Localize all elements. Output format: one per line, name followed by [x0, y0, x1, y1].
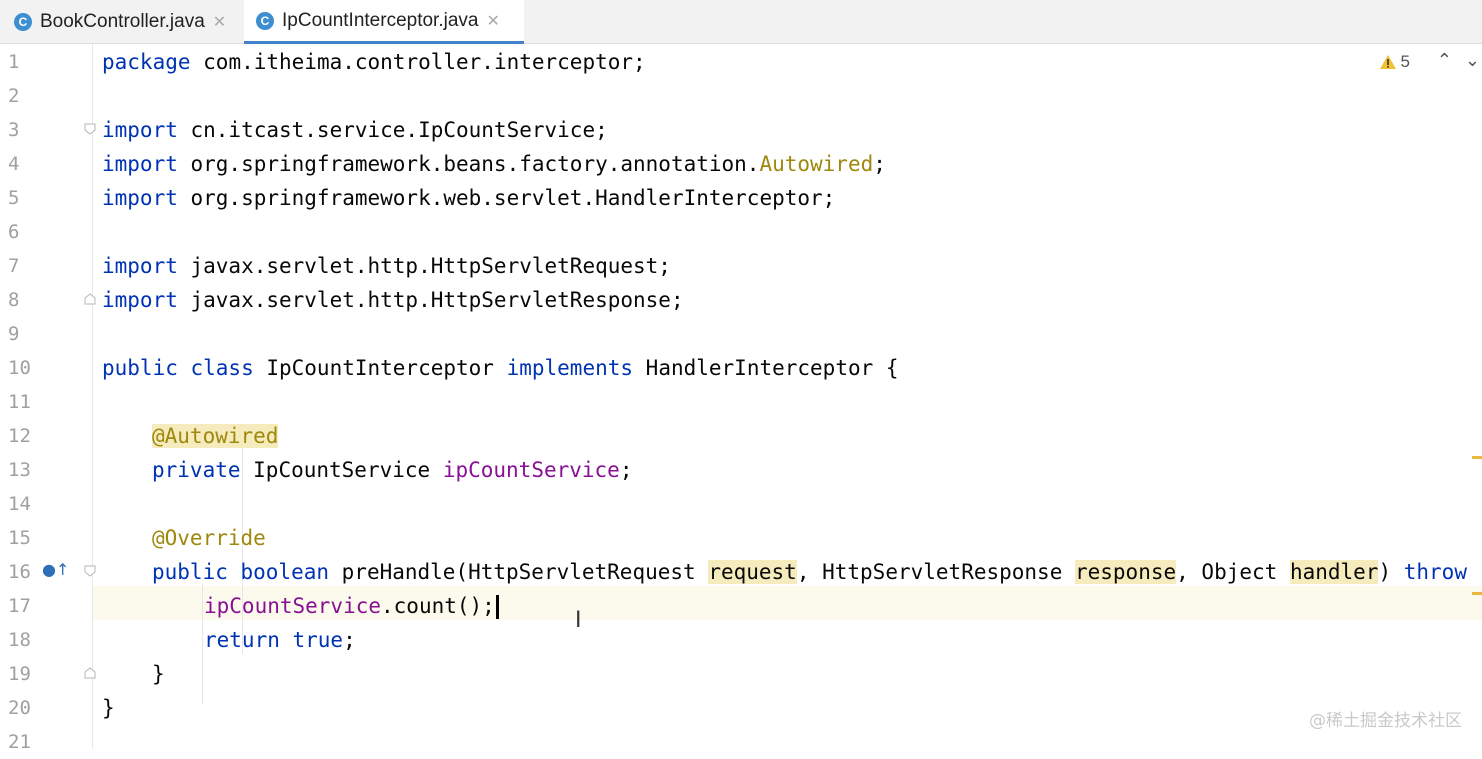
- keyword: import: [102, 152, 178, 176]
- line-number: 6: [8, 221, 20, 243]
- close-icon[interactable]: ✕: [213, 12, 226, 32]
- class-icon: C: [14, 13, 32, 31]
- field-name: ipCountService: [442, 458, 620, 482]
- line-number: 9: [8, 323, 20, 345]
- line-number: 7: [8, 255, 20, 277]
- editor-tab-bar: C BookController.java ✕ C IpCountInterce…: [0, 0, 1482, 44]
- code-line-1: package com.itheima.controller.intercept…: [102, 45, 646, 79]
- line-number: 5: [8, 187, 20, 209]
- line-number: 2: [8, 85, 20, 107]
- keyword: public class: [102, 356, 254, 380]
- tab-book-controller[interactable]: C BookController.java ✕: [8, 0, 240, 44]
- code-line-4: import org.springframework.beans.factory…: [102, 147, 886, 181]
- line-number: 10: [8, 357, 31, 379]
- line-number: 19: [8, 663, 31, 685]
- line-number: 11: [8, 391, 31, 413]
- implements-method-icon[interactable]: ●↑: [42, 560, 69, 579]
- warning-icon: [1379, 55, 1396, 69]
- warning-stripe-marker[interactable]: [1472, 456, 1482, 459]
- keyword: return true: [204, 628, 344, 652]
- tab-label: BookController.java: [40, 11, 205, 32]
- code-text: ;: [343, 628, 356, 652]
- line-number: 12: [8, 425, 31, 447]
- code-text: org.springframework.beans.factory.annota…: [177, 152, 760, 176]
- line-number: 20: [8, 697, 31, 719]
- annotation: @Autowired: [152, 424, 279, 448]
- code-line-8: import javax.servlet.http.HttpServletRes…: [102, 283, 684, 317]
- indent-guide: [202, 584, 203, 704]
- code-line-19: }: [152, 657, 165, 691]
- code-text: .count();: [381, 594, 495, 618]
- param-request: request: [708, 560, 797, 584]
- text-caret: [495, 595, 499, 619]
- line-number: 17: [8, 595, 31, 617]
- code-text: }: [152, 662, 165, 686]
- param-handler: handler: [1289, 560, 1379, 584]
- line-number: 3: [8, 119, 20, 141]
- inspection-widget[interactable]: 5: [1379, 52, 1410, 72]
- line-number: 8: [8, 289, 20, 311]
- keyword: import: [102, 118, 178, 142]
- code-line-5: import org.springframework.web.servlet.H…: [102, 181, 835, 215]
- line-number-gutter[interactable]: 1 2 3 4 5 6 7 8 9 10 11 12 13 14 15 16 1…: [0, 44, 96, 753]
- keyword: throw: [1403, 560, 1467, 584]
- mouse-ibeam-cursor: I: [575, 608, 582, 633]
- code-text: }: [102, 696, 115, 720]
- code-text: HandlerInterceptor {: [633, 356, 899, 380]
- close-icon[interactable]: ✕: [486, 11, 499, 31]
- param-response: response: [1074, 560, 1177, 584]
- chevron-down-icon[interactable]: ⌄: [1465, 50, 1480, 71]
- line-number: 14: [8, 493, 31, 515]
- line-number: 16: [8, 561, 31, 583]
- code-line-20: }: [102, 691, 115, 725]
- code-text: cn.itcast.service.IpCountService;: [177, 118, 608, 142]
- chevron-up-icon[interactable]: ⌃: [1437, 50, 1452, 71]
- code-line-15: @Override: [152, 521, 266, 555]
- tab-label: IpCountInterceptor.java: [282, 9, 479, 31]
- code-text: javax.servlet.http.HttpServletRequest;: [177, 254, 671, 278]
- code-text: IpCountInterceptor: [253, 356, 507, 380]
- warning-count: 5: [1400, 52, 1410, 71]
- annotation: @Override: [152, 526, 266, 550]
- warning-stripe-marker[interactable]: [1472, 592, 1482, 595]
- code-text: , HttpServletResponse: [796, 560, 1075, 584]
- code-line-3: import cn.itcast.service.IpCountService;: [102, 113, 608, 147]
- keyword: package: [102, 50, 191, 74]
- field-name: ipCountService: [204, 594, 382, 618]
- code-text: com.itheima.controller.interceptor;: [190, 50, 646, 74]
- keyword: implements: [506, 356, 634, 380]
- code-text: org.springframework.web.servlet.HandlerI…: [177, 186, 836, 210]
- keyword: import: [102, 186, 178, 210]
- code-line-17: ipCountService.count();: [204, 589, 499, 623]
- keyword: import: [102, 288, 178, 312]
- code-text: , Object: [1176, 560, 1290, 584]
- line-number: 4: [8, 153, 20, 175]
- code-line-10: public class IpCountInterceptor implemen…: [102, 351, 899, 385]
- watermark: @稀土掘金技术社区: [1309, 711, 1462, 731]
- annotation-name: Autowired: [759, 152, 874, 176]
- code-text: preHandle(HttpServletRequest: [329, 560, 709, 584]
- keyword: public boolean: [152, 560, 330, 584]
- code-line-18: return true;: [204, 623, 356, 657]
- code-text: javax.servlet.http.HttpServletResponse;: [177, 288, 684, 312]
- code-line-13: private IpCountService ipCountService;: [152, 453, 632, 487]
- line-number: 1: [8, 51, 20, 73]
- code-text: ;: [619, 458, 633, 482]
- line-number: 21: [8, 731, 31, 753]
- code-text: IpCountService: [240, 458, 443, 482]
- keyword: import: [102, 254, 178, 278]
- code-editor[interactable]: package com.itheima.controller.intercept…: [92, 44, 1482, 749]
- line-number: 18: [8, 629, 31, 651]
- code-line-16: public boolean preHandle(HttpServletRequ…: [152, 555, 1467, 589]
- keyword: private: [152, 458, 241, 482]
- line-number: 15: [8, 527, 31, 549]
- tab-ip-count-interceptor[interactable]: C IpCountInterceptor.java ✕: [244, 0, 524, 44]
- class-icon: C: [256, 11, 274, 30]
- line-number: 13: [8, 459, 31, 481]
- code-line-12: @Autowired: [152, 419, 279, 453]
- code-text: ;: [873, 152, 886, 176]
- code-text: ): [1378, 560, 1404, 584]
- code-line-7: import javax.servlet.http.HttpServletReq…: [102, 249, 671, 283]
